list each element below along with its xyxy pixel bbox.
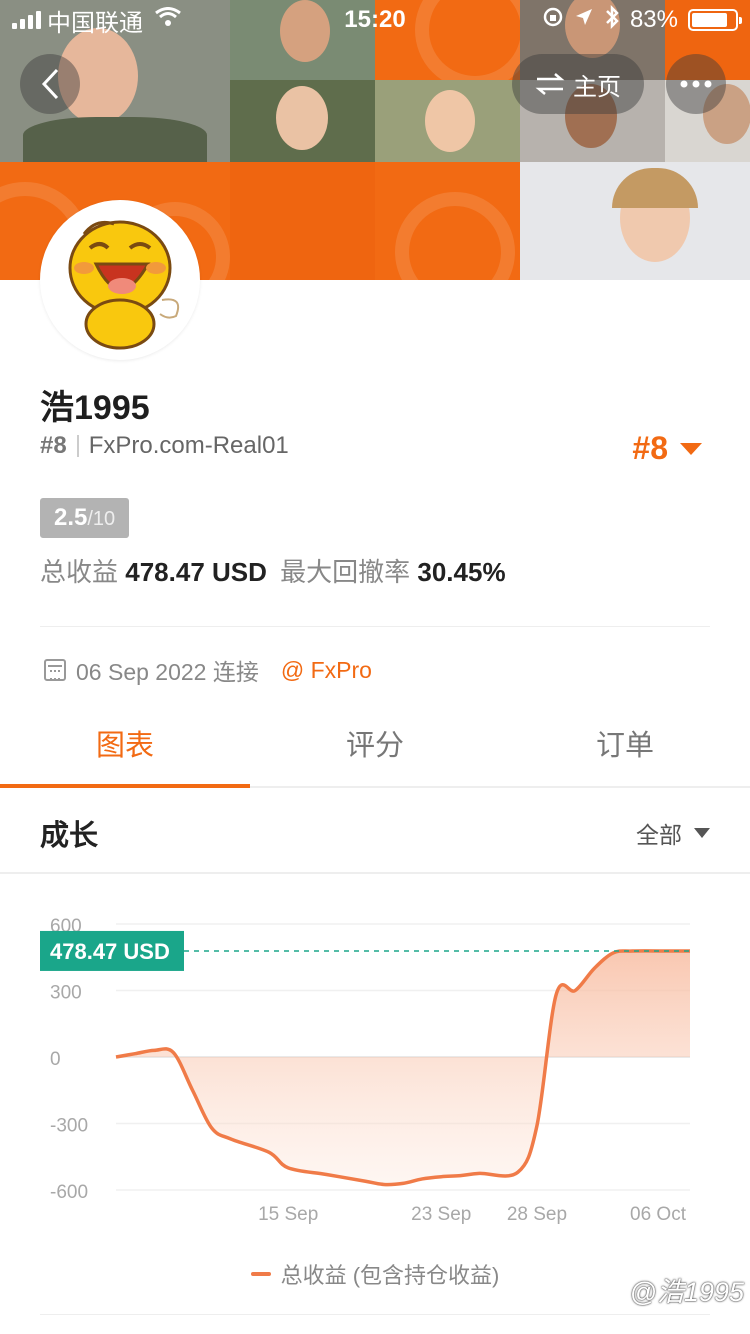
current-value-label: 478.47 USD: [50, 939, 170, 964]
divider: [76, 435, 79, 457]
meta-line: 06 Sep 2022 连接 @ FxPro: [44, 653, 372, 687]
username: 浩1995: [40, 389, 150, 427]
home-button[interactable]: 主页: [512, 54, 644, 114]
score-value: 2.5: [54, 504, 88, 531]
series-area: [116, 950, 690, 1185]
back-button[interactable]: [20, 54, 80, 114]
caret-down-icon: [694, 828, 710, 838]
max-drawdown-value: 30.45%: [417, 557, 506, 587]
more-button[interactable]: [666, 54, 726, 114]
section-header: 成长 全部: [0, 790, 750, 874]
chevron-left-icon: [41, 68, 59, 100]
total-profit-label: 总收益: [40, 557, 119, 587]
rank-label: #8: [40, 432, 67, 459]
battery-icon: [688, 9, 742, 31]
range-filter-label: 全部: [636, 822, 682, 848]
legend-swatch: [250, 1272, 271, 1276]
x-tick-label: 28 Sep: [507, 1204, 567, 1225]
tab-orders[interactable]: 订单: [500, 706, 750, 786]
x-tick-label: 23 Sep: [411, 1204, 471, 1225]
stats-line: 总收益 478.47 USD 最大回撤率 30.45%: [40, 552, 506, 589]
carrier-name: 中国联通: [47, 9, 143, 37]
swap-icon: [535, 73, 565, 95]
divider: [40, 626, 710, 627]
divider: [40, 1314, 710, 1315]
x-tick-label: 15 Sep: [258, 1204, 318, 1225]
rotation-lock-icon: [542, 6, 564, 35]
tab-bar: 图表 评分 订单: [0, 706, 750, 788]
y-tick-label: 0: [50, 1049, 61, 1070]
ellipsis-icon: [680, 80, 712, 88]
avatar-mascot-image: [68, 220, 180, 350]
range-filter-dropdown[interactable]: 全部: [636, 816, 710, 850]
tab-chart[interactable]: 图表: [0, 706, 250, 788]
avatar[interactable]: [40, 200, 200, 360]
banner-photo-8: [520, 162, 750, 280]
tab-rating[interactable]: 评分: [250, 706, 500, 786]
score-max: /10: [87, 508, 116, 530]
bluetooth-icon: [604, 4, 620, 36]
caret-down-icon: [680, 442, 702, 455]
banner-tile: [230, 162, 375, 280]
banner-photo-4: [230, 80, 375, 162]
status-bar: 中国联通 15:20 83%: [0, 0, 750, 40]
server-name: FxPro.com-Real01: [88, 432, 289, 459]
connected-date: 06 Sep 2022 连接: [76, 659, 259, 685]
rank-line: #8 FxPro.com-Real01: [40, 432, 289, 460]
calendar-icon: [44, 659, 66, 681]
y-tick-label: 300: [50, 983, 82, 1004]
wifi-icon: [155, 7, 181, 33]
broker-link[interactable]: @ FxPro: [281, 657, 372, 684]
location-icon: [574, 6, 594, 34]
total-profit-value: 478.47 USD: [125, 557, 267, 587]
signal-icon: [12, 11, 41, 29]
max-drawdown-label: 最大回撤率: [280, 557, 411, 587]
y-tick-label: -600: [50, 1182, 88, 1203]
banner-tile: [375, 162, 520, 280]
banner-photo-5: [375, 80, 520, 162]
rank-dropdown[interactable]: #8: [632, 430, 702, 467]
y-tick-label: -300: [50, 1116, 88, 1137]
home-label: 主页: [573, 73, 621, 101]
watermark: @浩1995: [629, 1277, 744, 1307]
legend-label: 总收益 (包含持仓收益): [280, 1263, 500, 1288]
rank-value: #8: [632, 430, 668, 466]
growth-chart: 6003000-300-600478.47 USD15 Sep 23 Sep 28 …: [40, 916, 691, 1225]
score-badge: 2.5 /10: [40, 498, 130, 538]
x-tick-label: 06 Oct: [630, 1204, 687, 1225]
section-title: 成长: [40, 820, 99, 852]
battery-percent: 83%: [629, 6, 678, 33]
